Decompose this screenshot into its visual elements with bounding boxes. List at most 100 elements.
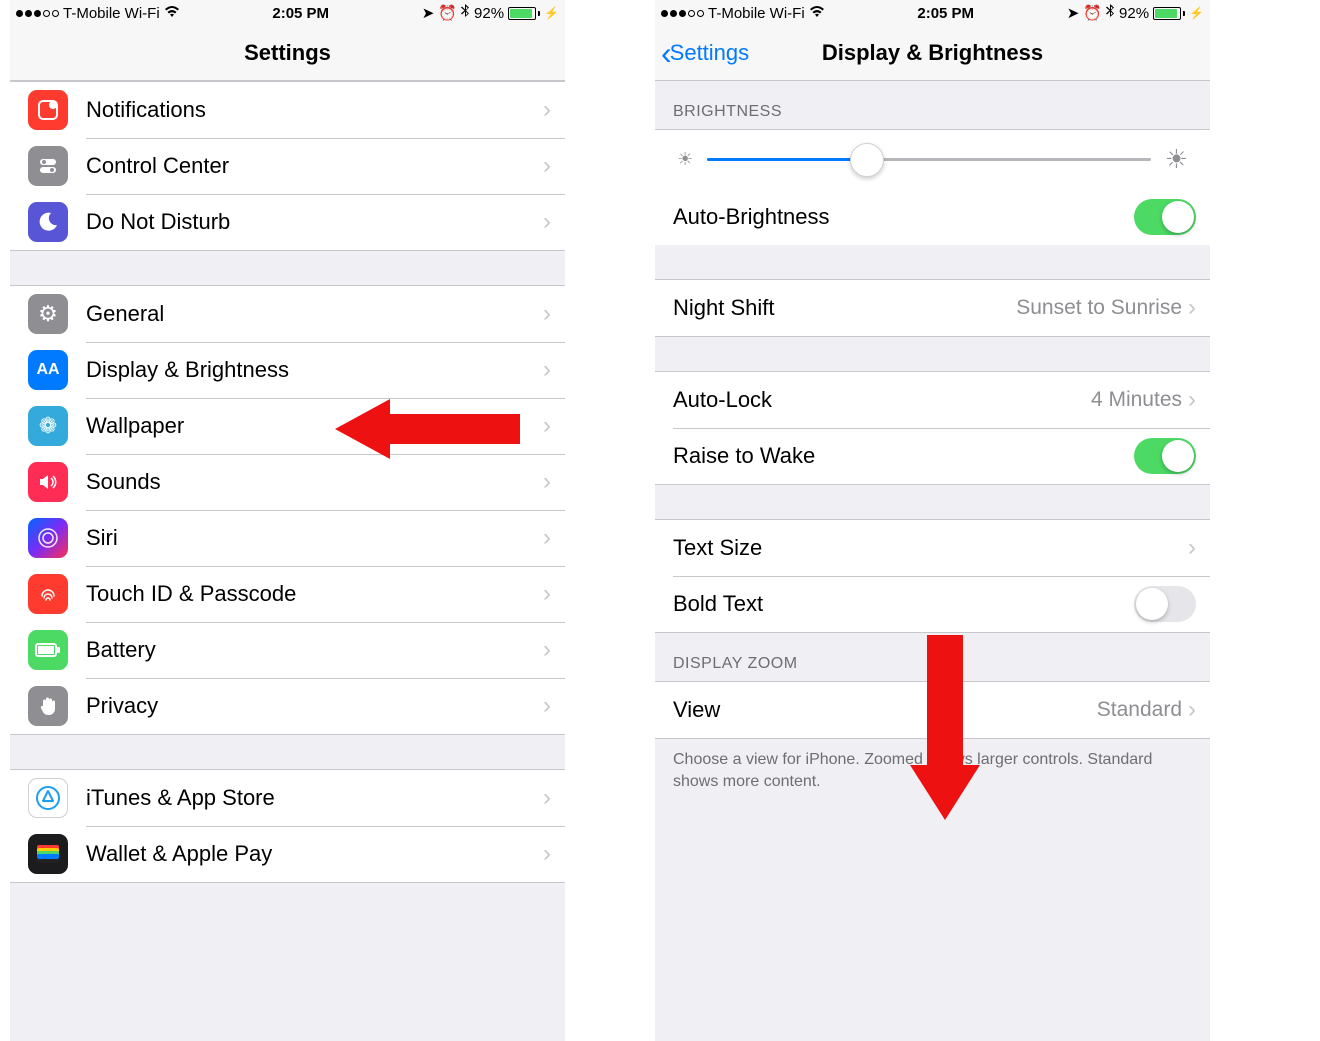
hand-icon bbox=[28, 686, 68, 726]
settings-group-3: iTunes & App Store › Wallet & Apple Pay … bbox=[10, 769, 565, 883]
row-battery[interactable]: Battery › bbox=[10, 622, 565, 678]
row-wallet-apple-pay[interactable]: Wallet & Apple Pay › bbox=[10, 826, 565, 882]
section-header-brightness: Brightness bbox=[655, 81, 1210, 129]
settings-group-2: ⚙ General › AA Display & Brightness › ❁ … bbox=[10, 285, 565, 735]
row-text-size[interactable]: Text Size › bbox=[655, 520, 1210, 576]
row-label: Auto-Brightness bbox=[673, 204, 1134, 230]
settings-group-1: Notifications › Control Center › Do Not … bbox=[10, 81, 565, 251]
row-notifications[interactable]: Notifications › bbox=[10, 82, 565, 138]
text-group: Text Size › Bold Text bbox=[655, 519, 1210, 633]
chevron-right-icon: › bbox=[543, 636, 551, 664]
speaker-icon bbox=[28, 462, 68, 502]
row-privacy[interactable]: Privacy › bbox=[10, 678, 565, 734]
row-label: Night Shift bbox=[673, 295, 1016, 321]
row-label: Notifications bbox=[86, 97, 543, 123]
row-label: Wallet & Apple Pay bbox=[86, 841, 543, 867]
cellular-signal-icon bbox=[661, 10, 704, 17]
row-label: Display & Brightness bbox=[86, 357, 543, 383]
chevron-right-icon: › bbox=[543, 784, 551, 812]
chevron-right-icon: › bbox=[543, 524, 551, 552]
charging-icon: ⚡ bbox=[1189, 6, 1204, 20]
clock-label: 2:05 PM bbox=[272, 5, 329, 22]
status-bar: T-Mobile Wi-Fi 2:05 PM ➤ ⏰ 92% ⚡ bbox=[655, 0, 1210, 26]
chevron-right-icon: › bbox=[1188, 294, 1196, 322]
section-footer-zoom: Choose a view for iPhone. Zoomed shows l… bbox=[655, 739, 1210, 810]
row-display-brightness[interactable]: AA Display & Brightness › bbox=[10, 342, 565, 398]
row-label: Auto-Lock bbox=[673, 387, 1091, 413]
bluetooth-icon bbox=[461, 4, 470, 22]
night-shift-group: Night Shift Sunset to Sunrise › bbox=[655, 279, 1210, 337]
chevron-right-icon: › bbox=[543, 356, 551, 384]
siri-icon bbox=[28, 518, 68, 558]
row-label: Control Center bbox=[86, 153, 543, 179]
row-general[interactable]: ⚙ General › bbox=[10, 286, 565, 342]
brightness-slider-row: ☀ ☀ bbox=[655, 130, 1210, 189]
row-label: Bold Text bbox=[673, 591, 1134, 617]
brightness-group: ☀ ☀ Auto-Brightness bbox=[655, 129, 1210, 245]
bold-text-toggle[interactable] bbox=[1134, 586, 1196, 622]
row-label: Do Not Disturb bbox=[86, 209, 543, 235]
auto-brightness-toggle[interactable] bbox=[1134, 199, 1196, 235]
row-touch-id[interactable]: Touch ID & Passcode › bbox=[10, 566, 565, 622]
row-itunes-app-store[interactable]: iTunes & App Store › bbox=[10, 770, 565, 826]
control-center-icon bbox=[28, 146, 68, 186]
row-auto-brightness[interactable]: Auto-Brightness bbox=[655, 189, 1210, 245]
row-bold-text[interactable]: Bold Text bbox=[655, 576, 1210, 632]
wifi-icon bbox=[809, 5, 825, 22]
display-brightness-screen: T-Mobile Wi-Fi 2:05 PM ➤ ⏰ 92% ⚡ ‹ Setti… bbox=[655, 0, 1210, 1041]
carrier-label: T-Mobile Wi-Fi bbox=[708, 5, 805, 22]
battery-pct-label: 92% bbox=[1119, 5, 1149, 22]
row-label: Siri bbox=[86, 525, 543, 551]
charging-icon: ⚡ bbox=[544, 6, 559, 20]
row-label: Sounds bbox=[86, 469, 543, 495]
nav-bar: ‹ Settings Display & Brightness bbox=[655, 26, 1210, 81]
chevron-right-icon: › bbox=[543, 96, 551, 124]
row-sounds[interactable]: Sounds › bbox=[10, 454, 565, 510]
row-night-shift[interactable]: Night Shift Sunset to Sunrise › bbox=[655, 280, 1210, 336]
moon-icon bbox=[28, 202, 68, 242]
section-header-zoom: Display Zoom bbox=[655, 633, 1210, 681]
page-title: Settings bbox=[244, 40, 331, 66]
chevron-right-icon: › bbox=[543, 300, 551, 328]
chevron-right-icon: › bbox=[543, 692, 551, 720]
battery-icon bbox=[1153, 7, 1185, 20]
row-wallpaper[interactable]: ❁ Wallpaper › bbox=[10, 398, 565, 454]
carrier-label: T-Mobile Wi-Fi bbox=[63, 5, 160, 22]
wifi-icon bbox=[164, 5, 180, 22]
row-raise-to-wake[interactable]: Raise to Wake bbox=[655, 428, 1210, 484]
row-control-center[interactable]: Control Center › bbox=[10, 138, 565, 194]
wallet-icon bbox=[28, 834, 68, 874]
row-value: Sunset to Sunrise bbox=[1016, 296, 1182, 320]
alarm-icon: ⏰ bbox=[1083, 4, 1102, 22]
brightness-slider[interactable] bbox=[707, 158, 1151, 161]
row-label: Touch ID & Passcode bbox=[86, 581, 543, 607]
row-siri[interactable]: Siri › bbox=[10, 510, 565, 566]
row-view[interactable]: View Standard › bbox=[655, 682, 1210, 738]
wallpaper-icon: ❁ bbox=[28, 406, 68, 446]
sun-small-icon: ☀ bbox=[677, 149, 693, 170]
battery-icon bbox=[28, 630, 68, 670]
sun-large-icon: ☀ bbox=[1165, 144, 1188, 175]
clock-label: 2:05 PM bbox=[917, 5, 974, 22]
chevron-right-icon: › bbox=[543, 468, 551, 496]
battery-icon bbox=[508, 7, 540, 20]
display-icon: AA bbox=[28, 350, 68, 390]
row-do-not-disturb[interactable]: Do Not Disturb › bbox=[10, 194, 565, 250]
chevron-right-icon: › bbox=[1188, 534, 1196, 562]
gear-icon: ⚙ bbox=[28, 294, 68, 334]
row-label: View bbox=[673, 697, 1097, 723]
chevron-right-icon: › bbox=[1188, 696, 1196, 724]
notifications-icon bbox=[28, 90, 68, 130]
cellular-signal-icon bbox=[16, 10, 59, 17]
alarm-icon: ⏰ bbox=[438, 4, 457, 22]
app-store-icon bbox=[28, 778, 68, 818]
back-button[interactable]: ‹ Settings bbox=[661, 26, 749, 80]
row-value: Standard bbox=[1097, 698, 1182, 722]
raise-to-wake-toggle[interactable] bbox=[1134, 438, 1196, 474]
nav-bar: Settings bbox=[10, 26, 565, 81]
row-label: Privacy bbox=[86, 693, 543, 719]
row-auto-lock[interactable]: Auto-Lock 4 Minutes › bbox=[655, 372, 1210, 428]
row-label: General bbox=[86, 301, 543, 327]
chevron-right-icon: › bbox=[543, 152, 551, 180]
status-bar: T-Mobile Wi-Fi 2:05 PM ➤ ⏰ 92% ⚡ bbox=[10, 0, 565, 26]
